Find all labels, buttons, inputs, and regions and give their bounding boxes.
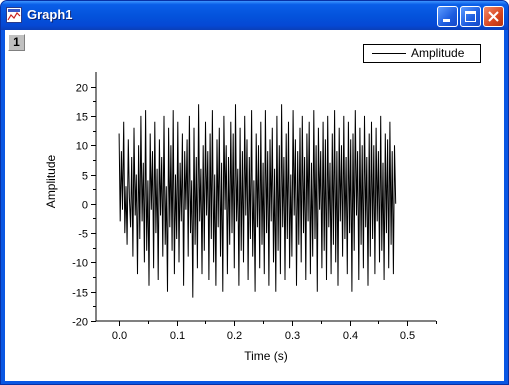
x-tick-label: 0.1 [170,330,185,342]
minimize-icon [443,19,450,22]
window-title: Graph1 [27,7,73,22]
y-tick-label: -5 [78,229,88,241]
close-button[interactable] [483,6,504,27]
y-tick-label: 20 [76,83,88,95]
x-tick-label: 0.2 [227,330,242,342]
legend[interactable]: Amplitude [363,44,481,63]
y-tick-label: -10 [72,258,88,270]
graph-page[interactable]: 1 -20 -15 -10 -5 0 5 10 15 20 0.0 0.1 0.2 0.3 0.4 0.5 … [5,30,504,381]
y-tick-label: -20 [72,317,88,329]
y-axis-label: Amplitude [44,155,58,209]
maximize-icon [465,11,476,22]
maximize-button[interactable] [460,6,481,27]
legend-label: Amplitude [411,46,465,60]
close-icon [488,11,499,22]
x-tick-label: 0.4 [343,330,358,342]
plot-area[interactable]: -20 -15 -10 -5 0 5 10 15 20 0.0 0.1 0.2 0.3 0.4 0.5 Ti… [5,30,504,381]
legend-line-sample [372,53,406,54]
x-axis-label: Time (s) [244,349,288,363]
y-tick-label: 10 [76,141,88,153]
y-tick-label: 0 [82,200,88,212]
y-tick-label: -15 [72,288,88,300]
x-tick-label: 0.3 [285,330,300,342]
y-tick-label: 15 [76,112,88,124]
minimize-button[interactable] [437,6,458,27]
graph-window: Graph1 1 -20 -15 -10 -5 0 5 10 15 20 0.0 0.1 0.2 0.3… [0,0,509,385]
graph-window-icon[interactable] [6,7,22,23]
x-tick-label: 0.0 [112,330,127,342]
x-tick-label: 0.5 [400,330,415,342]
y-tick-label: 5 [82,171,88,183]
title-bar[interactable]: Graph1 [1,1,508,30]
amplitude-trace [118,104,397,298]
